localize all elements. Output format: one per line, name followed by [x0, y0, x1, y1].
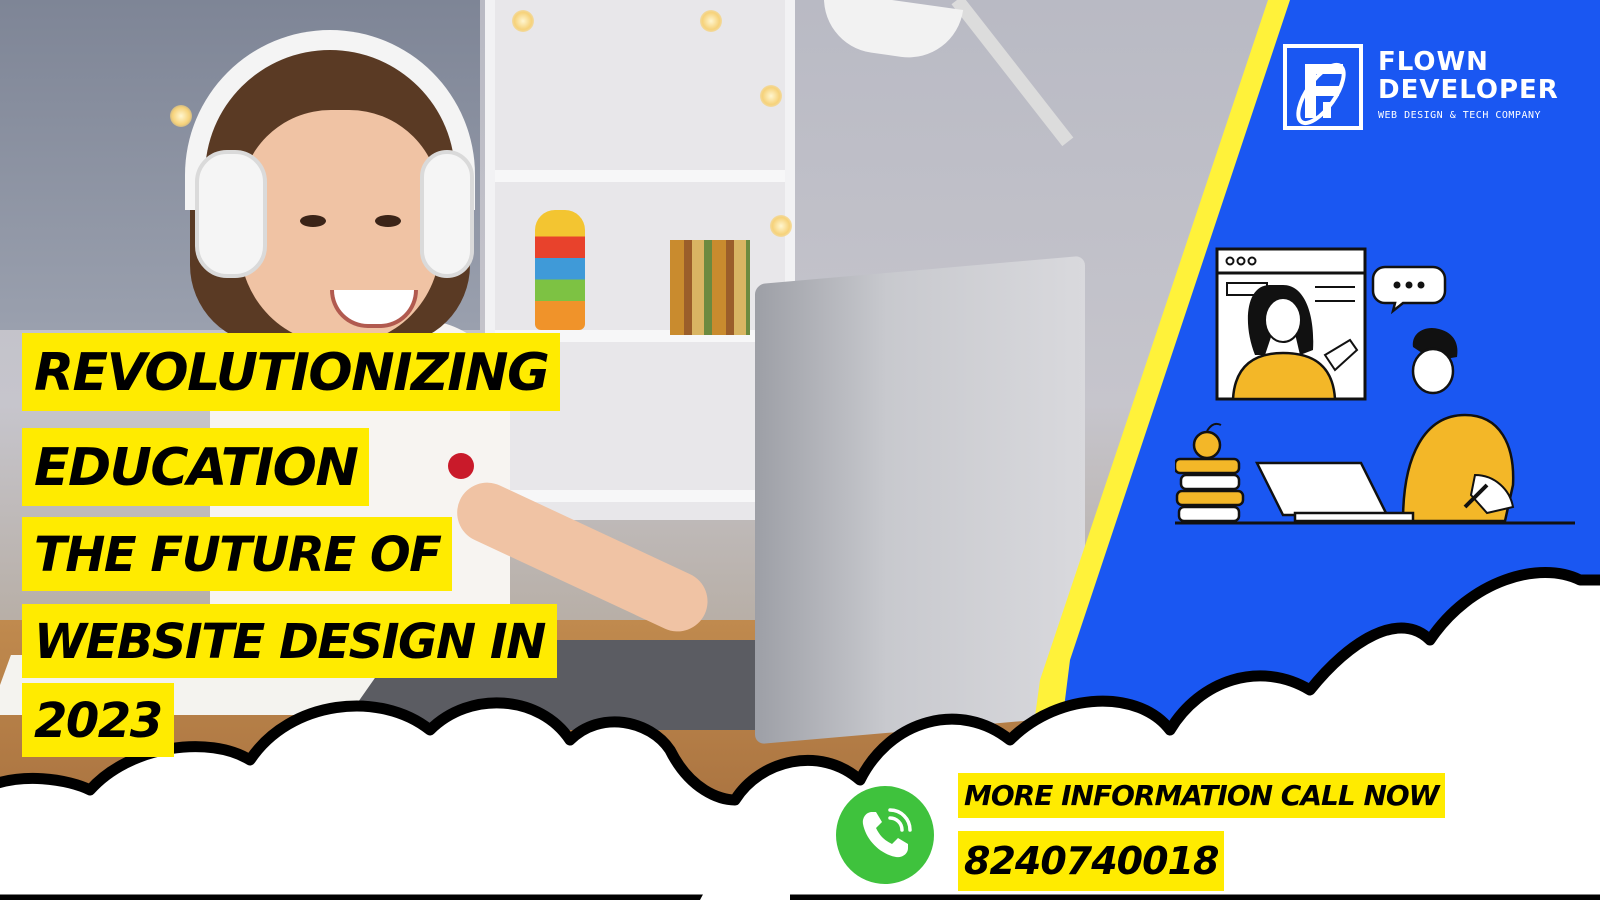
headline-line-1: REVOLUTIONIZING — [22, 333, 561, 411]
phone-call-button[interactable] — [836, 786, 934, 884]
headline-line-5: 2023 — [22, 683, 174, 757]
headline-line-2: EDUCATION — [22, 428, 370, 506]
headline-line-4: WEBSITE DESIGN IN — [22, 604, 557, 678]
phone-number[interactable]: 8240740018 — [958, 831, 1225, 891]
call-now-label: MORE INFORMATION CALL NOW — [958, 773, 1445, 818]
headline-line-3: THE FUTURE OF — [22, 517, 453, 591]
banner: FLOWN DEVELOPER WEB DESIGN & TECH COMPAN… — [0, 0, 1600, 900]
phone-call-icon — [862, 808, 912, 858]
